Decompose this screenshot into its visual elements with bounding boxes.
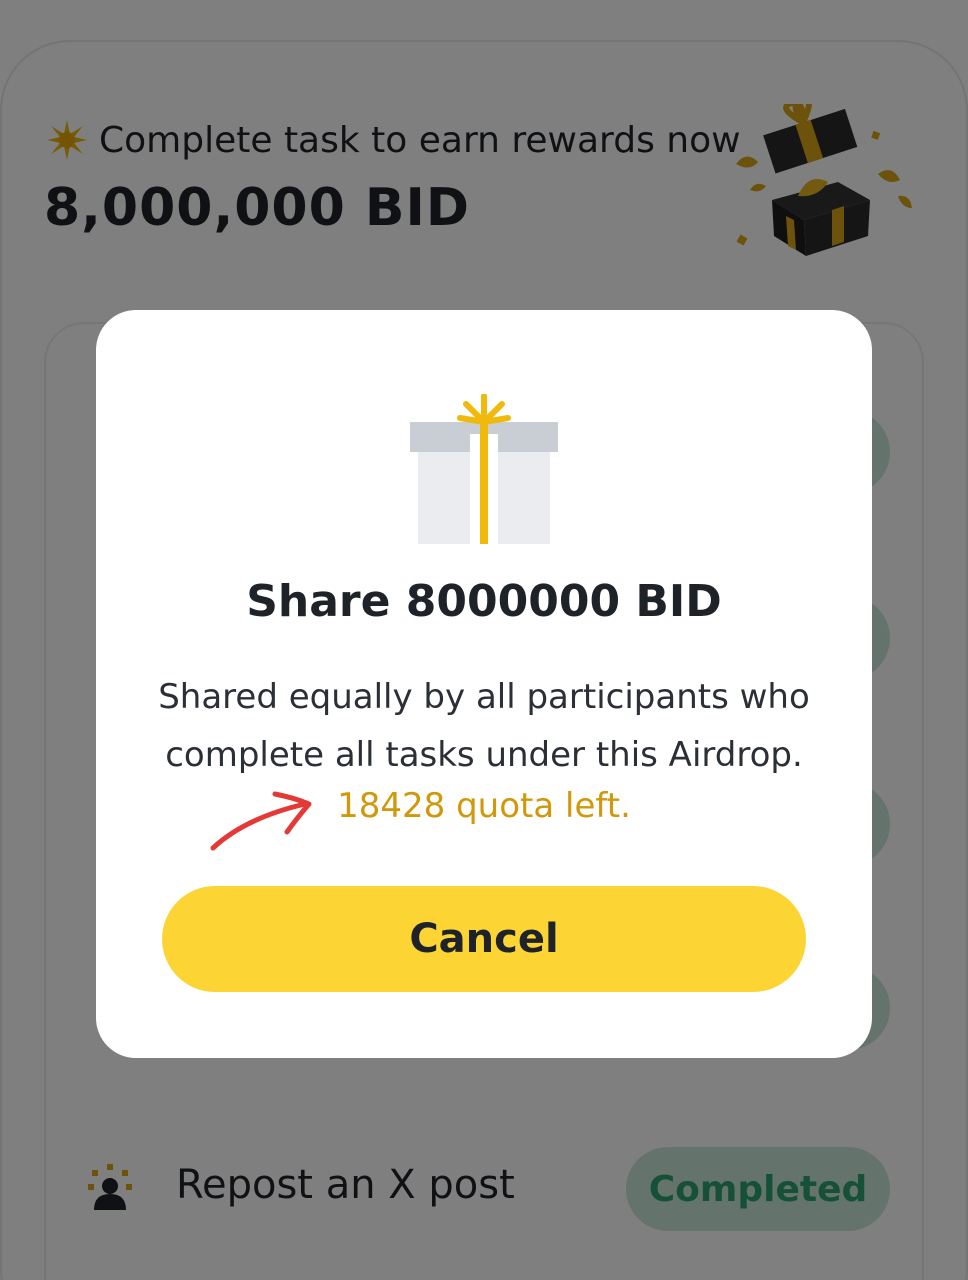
airdrop-page: Complete task to earn rewards now 8,000,… (0, 0, 968, 1280)
quota-remaining: 18428 quota left. (337, 786, 631, 826)
modal-description-line: complete all tasks under this Airdrop. (165, 735, 803, 775)
cancel-button[interactable]: Cancel (162, 886, 806, 992)
modal-title: Share 8000000 BID (246, 576, 722, 627)
modal-description: Shared equally by all participants who c… (0, 668, 968, 784)
hand-drawn-arrow-annotation (210, 791, 312, 851)
gift-icon (410, 394, 558, 544)
modal-description-line: Shared equally by all participants who (158, 677, 810, 717)
